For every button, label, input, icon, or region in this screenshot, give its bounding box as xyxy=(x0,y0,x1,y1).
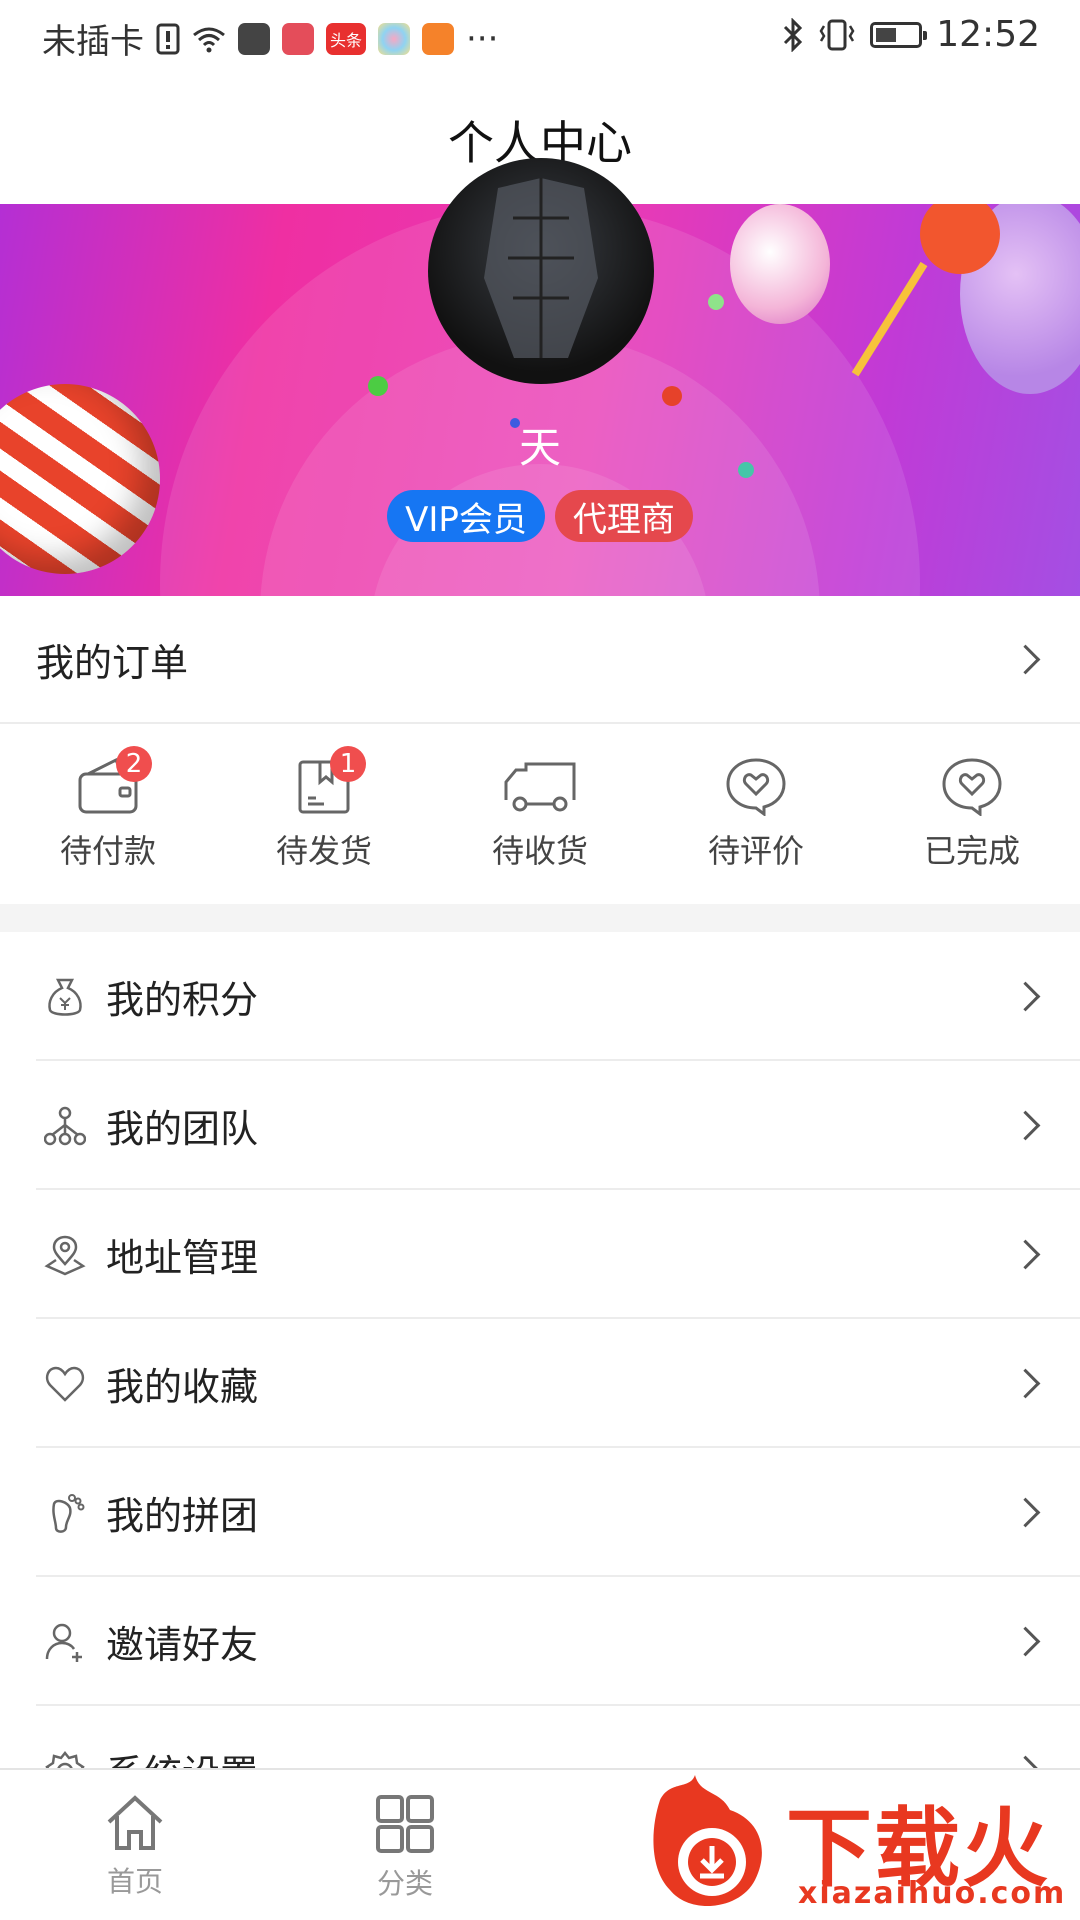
menu-favorites[interactable]: 我的收藏 xyxy=(0,1319,1080,1448)
menu-label: 我的收藏 xyxy=(106,1365,259,1409)
chevron-right-icon xyxy=(1010,1626,1041,1657)
clock: 12:52 xyxy=(936,14,1040,55)
status-left: 未插卡 头条 ··· xyxy=(42,14,498,63)
gallery-icon xyxy=(378,22,410,55)
chevron-right-icon xyxy=(1010,1497,1041,1528)
status-right: 12:52 xyxy=(782,14,1040,55)
order-label: 待评价 xyxy=(707,832,804,870)
sim-alert-icon xyxy=(156,23,180,54)
chevron-right-icon xyxy=(1010,1368,1041,1399)
vmall-icon xyxy=(282,22,314,55)
order-status-row: 2 待付款 1 待发货 待收货 待评价 已完成 xyxy=(0,724,1080,904)
done-heart-icon xyxy=(942,758,1002,816)
bluetooth-icon xyxy=(784,17,803,52)
chevron-right-icon xyxy=(1010,1239,1041,1270)
status-bar: 未插卡 头条 ··· 12:52 xyxy=(0,0,1080,76)
tab-label: 分类 xyxy=(376,1867,433,1900)
order-pending-receipt[interactable]: 待收货 xyxy=(432,724,648,904)
avatar-figure-icon xyxy=(484,178,598,358)
location-icon xyxy=(44,1235,86,1275)
add-user-icon xyxy=(45,1623,82,1662)
grid-icon xyxy=(376,1795,434,1853)
order-pending-review[interactable]: 待评价 xyxy=(648,724,864,904)
agent-badge: 代理商 xyxy=(554,490,693,542)
menu-label: 我的团队 xyxy=(106,1107,259,1151)
order-label: 待收货 xyxy=(491,832,588,870)
battery-icon xyxy=(870,21,928,48)
my-orders-label: 我的订单 xyxy=(36,640,189,685)
video-icon xyxy=(422,22,454,55)
tab-home[interactable]: 首页 xyxy=(0,1770,270,1920)
vip-badge: VIP会员 xyxy=(387,490,545,542)
menu-list: 我的积分 我的团队 地址管理 我的收藏 我的拼团 邀请好友 系统设置 xyxy=(0,932,1080,1835)
confetti-green xyxy=(368,376,388,396)
money-bag-icon xyxy=(48,978,82,1016)
menu-label: 邀请好友 xyxy=(106,1623,259,1667)
chevron-right-icon xyxy=(1010,644,1041,674)
heart-icon xyxy=(45,1366,85,1402)
tab-label: 首页 xyxy=(106,1865,163,1898)
menu-team[interactable]: 我的团队 xyxy=(0,1061,1080,1190)
chevron-right-icon xyxy=(1010,981,1041,1012)
confetti-red xyxy=(662,386,682,406)
more-notifications-icon: ··· xyxy=(466,18,499,59)
balloon-decoration-1 xyxy=(730,204,830,324)
menu-group-buy[interactable]: 我的拼团 xyxy=(0,1448,1080,1577)
comment-heart-icon xyxy=(726,758,786,816)
chevron-right-icon xyxy=(1010,1110,1041,1141)
lollipop-stick xyxy=(851,261,928,377)
tab-category[interactable]: 分类 xyxy=(270,1770,540,1920)
watermark-url: xiazaihuo.com xyxy=(798,1876,1067,1911)
order-pending-shipment[interactable]: 1 待发货 xyxy=(216,724,432,904)
pending-payment-count: 2 xyxy=(116,746,152,782)
menu-label: 我的拼团 xyxy=(106,1494,259,1538)
watermark-logo-icon xyxy=(653,1775,762,1907)
confetti-lime xyxy=(708,294,724,310)
order-label: 待发货 xyxy=(275,832,372,870)
carrier-label: 未插卡 xyxy=(42,22,144,62)
vibrate-icon xyxy=(819,19,855,50)
app-store-icon xyxy=(238,22,270,55)
menu-label: 地址管理 xyxy=(106,1236,259,1280)
order-pending-payment[interactable]: 2 待付款 xyxy=(0,724,216,904)
avatar[interactable] xyxy=(428,158,654,384)
order-label: 已完成 xyxy=(923,832,1020,870)
toutiao-icon: 头条 xyxy=(326,22,366,55)
home-icon xyxy=(107,1795,163,1850)
my-orders-row[interactable]: 我的订单 xyxy=(0,596,1080,724)
section-divider xyxy=(0,904,1080,932)
wifi-icon xyxy=(193,27,225,52)
truck-icon xyxy=(504,762,576,812)
watermark: 下载火 xiazaihuo.com xyxy=(640,1770,1080,1920)
order-label: 待付款 xyxy=(59,832,156,870)
striped-ball-decoration xyxy=(0,384,160,574)
pending-shipment-count: 1 xyxy=(330,746,366,782)
footprint-icon xyxy=(52,1493,85,1533)
menu-points[interactable]: 我的积分 xyxy=(0,932,1080,1061)
menu-label: 我的积分 xyxy=(106,978,259,1022)
user-name: 天 xyxy=(518,423,561,472)
team-icon xyxy=(44,1106,86,1145)
user-badges: VIP会员 代理商 xyxy=(0,490,1080,542)
menu-address[interactable]: 地址管理 xyxy=(0,1190,1080,1319)
menu-invite[interactable]: 邀请好友 xyxy=(0,1577,1080,1706)
order-completed[interactable]: 已完成 xyxy=(864,724,1080,904)
